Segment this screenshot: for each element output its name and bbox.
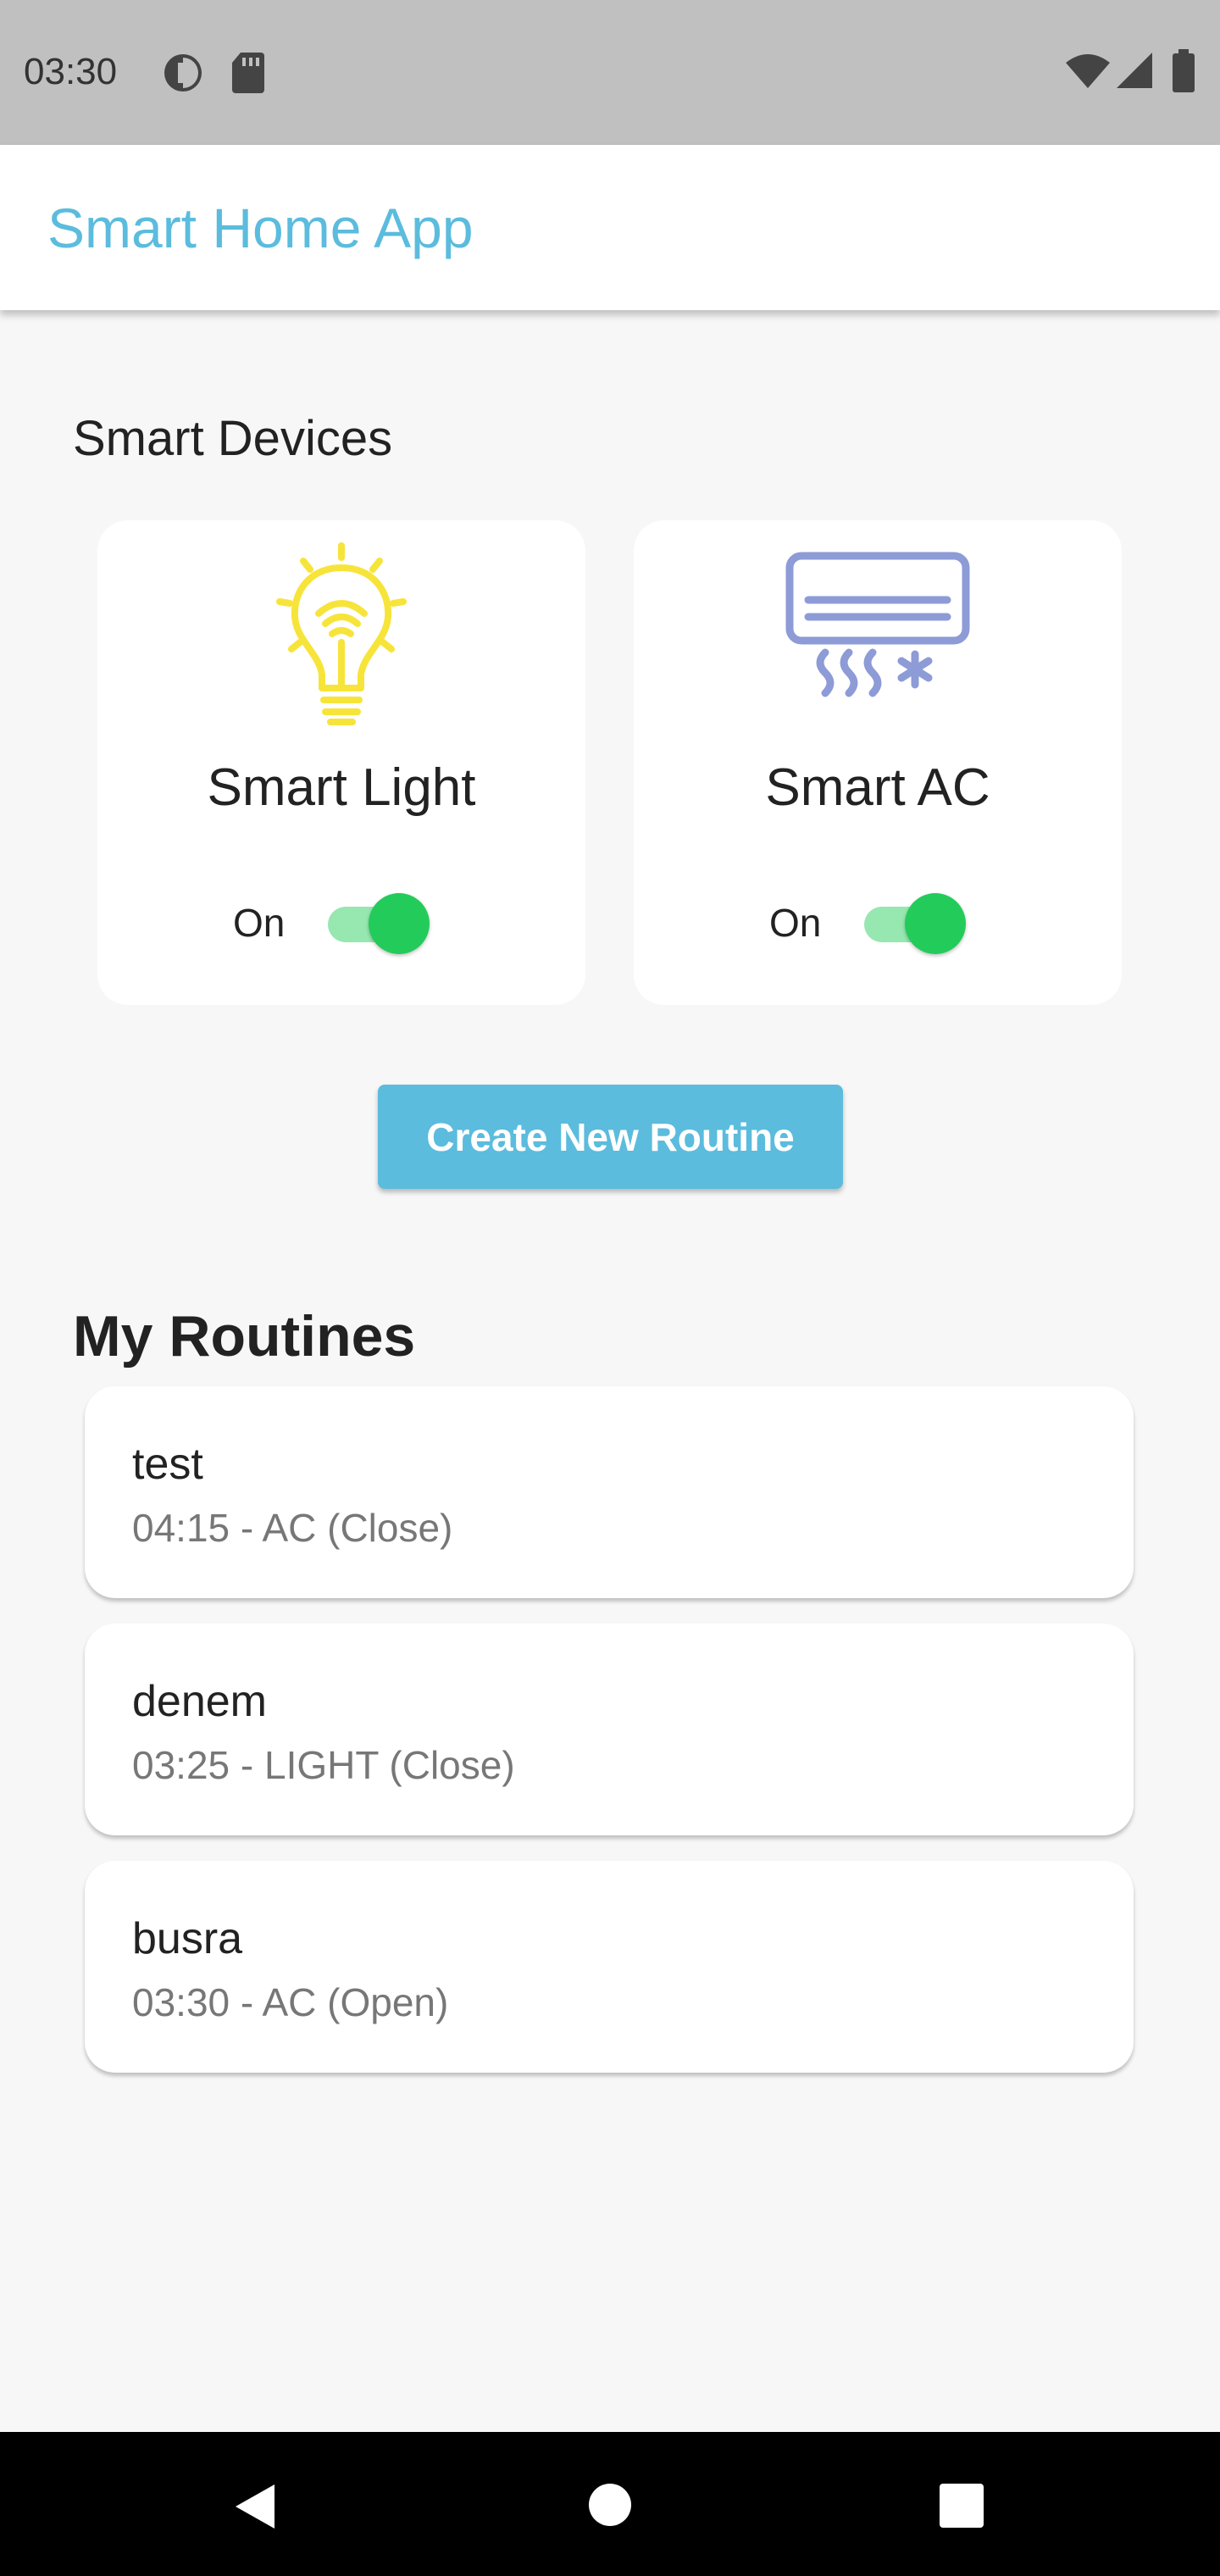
routine-card[interactable]: denem 03:25 - LIGHT (Close) xyxy=(85,1624,1134,1835)
device-state-label: On xyxy=(233,901,286,945)
sd-card-icon xyxy=(230,51,266,99)
status-time: 03:30 xyxy=(24,51,118,92)
routine-detail: 03:25 - LIGHT (Close) xyxy=(132,1743,515,1787)
signal-icon xyxy=(1115,51,1154,94)
lightbulb-icon xyxy=(97,542,585,729)
section-title-my-routines: My Routines xyxy=(73,1304,416,1368)
device-name: Smart AC xyxy=(765,758,990,817)
recents-icon[interactable] xyxy=(939,2483,984,2533)
create-new-routine-button[interactable]: Create New Routine xyxy=(378,1085,843,1189)
routine-detail: 03:30 - AC (Open) xyxy=(132,1980,449,2024)
device-state-label: On xyxy=(769,901,822,945)
toggle-thumb xyxy=(369,893,430,954)
air-conditioner-icon xyxy=(634,551,1122,720)
routine-name: denem xyxy=(132,1677,267,1726)
back-icon[interactable] xyxy=(232,2481,278,2536)
app-bar: Smart Home App xyxy=(0,145,1220,310)
routine-name: test xyxy=(132,1440,203,1489)
system-navigation-bar xyxy=(0,2432,1220,2576)
routine-card[interactable]: busra 03:30 - AC (Open) xyxy=(85,1861,1134,2073)
device-name: Smart Light xyxy=(207,758,476,817)
routine-card[interactable]: test 04:15 - AC (Close) xyxy=(85,1386,1134,1598)
section-title-smart-devices: Smart Devices xyxy=(73,411,393,466)
device-card-smart-light: Smart Light On xyxy=(97,520,585,1005)
data-saver-icon xyxy=(161,51,205,99)
app-title: Smart Home App xyxy=(47,197,474,259)
routine-detail: 04:15 - AC (Close) xyxy=(132,1506,453,1550)
routine-name: busra xyxy=(132,1914,243,1963)
battery-icon xyxy=(1171,49,1196,97)
device-card-smart-ac: Smart AC On xyxy=(634,520,1122,1005)
wifi-icon xyxy=(1064,53,1112,94)
smart-light-toggle[interactable] xyxy=(321,890,431,954)
home-icon[interactable] xyxy=(586,2481,634,2533)
status-bar: 03:30 xyxy=(0,0,1220,145)
toggle-thumb xyxy=(905,893,966,954)
smart-ac-toggle[interactable] xyxy=(857,890,968,954)
